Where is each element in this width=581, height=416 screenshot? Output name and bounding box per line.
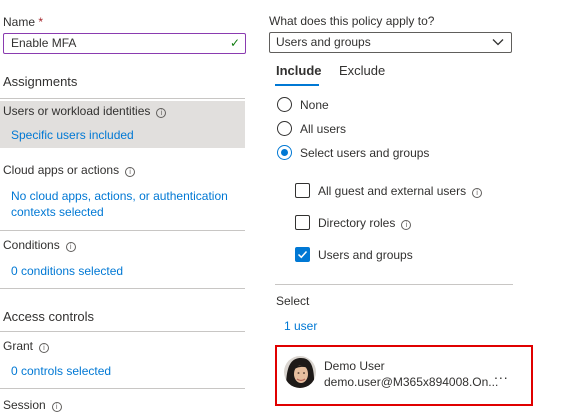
divider xyxy=(0,288,245,289)
divider xyxy=(0,388,245,389)
checkbox-users-groups[interactable] xyxy=(295,247,310,262)
divider xyxy=(0,98,245,99)
select-heading: Select xyxy=(276,294,310,308)
more-options-icon[interactable]: ... xyxy=(494,366,509,382)
cloud-apps-label: Cloud apps or actions i xyxy=(3,163,136,177)
radio-none[interactable] xyxy=(277,97,292,112)
grant-label: Grant i xyxy=(3,339,50,353)
assignments-heading: Assignments xyxy=(3,74,78,89)
name-input-value: Enable MFA xyxy=(11,36,77,50)
conditions-label: Conditions i xyxy=(3,238,76,252)
checkbox-guest-external-label: All guest and external users i xyxy=(318,184,483,198)
info-icon[interactable]: i xyxy=(156,108,167,118)
access-controls-heading: Access controls xyxy=(3,309,95,324)
chevron-down-icon xyxy=(492,39,504,46)
radio-none-label: None xyxy=(300,98,329,112)
grant-link[interactable]: 0 controls selected xyxy=(11,364,111,378)
checkmark-icon xyxy=(297,250,308,259)
radio-select-users-groups[interactable] xyxy=(277,145,292,160)
tab-exclude[interactable]: Exclude xyxy=(339,63,385,78)
radio-all-users-label: All users xyxy=(300,122,347,136)
checkbox-directory-roles[interactable] xyxy=(295,215,310,230)
radio-all-users[interactable] xyxy=(277,121,292,136)
selected-user-name: Demo User xyxy=(324,359,385,373)
divider xyxy=(0,230,245,231)
cloud-apps-link[interactable]: No cloud apps, actions, or authenticatio… xyxy=(11,188,228,220)
checkbox-guest-external[interactable] xyxy=(295,183,310,198)
selected-user-email: demo.user@M365x894008.On... xyxy=(324,375,499,389)
tab-include-indicator xyxy=(275,84,319,86)
users-workload-identities-link[interactable]: Specific users included xyxy=(11,128,134,142)
info-icon[interactable]: i xyxy=(125,167,136,177)
name-label: Name * xyxy=(3,15,44,29)
tab-include[interactable]: Include xyxy=(276,63,322,78)
selected-count-link[interactable]: 1 user xyxy=(284,319,317,333)
info-icon[interactable]: i xyxy=(65,242,76,252)
conditions-link[interactable]: 0 conditions selected xyxy=(11,264,123,278)
checkmark-icon: ✓ xyxy=(229,36,240,50)
checkbox-directory-roles-label: Directory roles i xyxy=(318,216,412,230)
session-label: Session i xyxy=(3,398,62,412)
info-icon[interactable]: i xyxy=(51,402,62,412)
name-input[interactable]: Enable MFA ✓ xyxy=(3,33,246,54)
policy-applies-to-label: What does this policy apply to? xyxy=(269,14,435,28)
required-mark: * xyxy=(38,15,44,29)
policy-applies-to-dropdown[interactable]: Users and groups xyxy=(269,32,512,53)
avatar xyxy=(284,356,316,388)
divider xyxy=(275,284,513,285)
divider xyxy=(0,331,245,332)
info-icon[interactable]: i xyxy=(39,343,50,353)
users-workload-identities-label: Users or workload identities i xyxy=(3,104,167,118)
info-icon[interactable]: i xyxy=(472,188,483,198)
radio-select-users-groups-label: Select users and groups xyxy=(300,146,430,160)
checkbox-users-groups-label: Users and groups xyxy=(318,248,413,262)
info-icon[interactable]: i xyxy=(401,220,412,230)
policy-applies-to-value: Users and groups xyxy=(276,35,371,49)
